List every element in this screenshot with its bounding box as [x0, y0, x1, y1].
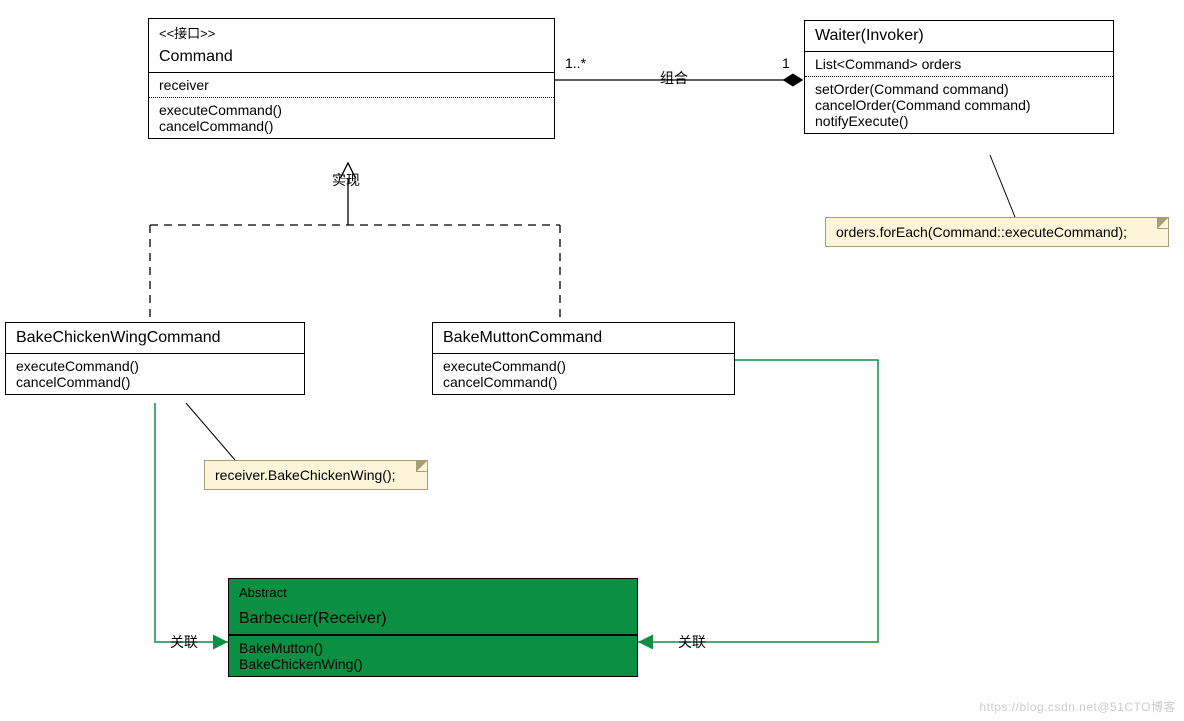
- barbecuer-stereotype: Abstract: [229, 579, 637, 600]
- note-foreach: orders.forEach(Command::executeCommand);: [825, 217, 1169, 247]
- waiter-op-notify: notifyExecute(): [815, 113, 1103, 129]
- bakemutton-ops: executeCommand() cancelCommand(): [433, 354, 734, 394]
- bakemutton-op-exec: executeCommand(): [443, 358, 724, 374]
- bakechicken-class: BakeChickenWingCommand executeCommand() …: [5, 322, 305, 395]
- command-op-cancel: cancelCommand(): [159, 118, 544, 134]
- note-foreach-text: orders.forEach(Command::executeCommand);: [836, 224, 1127, 240]
- label-mult-left: 1..*: [565, 55, 586, 71]
- label-assoc-right: 关联: [678, 632, 706, 652]
- barbecuer-op-mutton: BakeMutton(): [239, 640, 627, 656]
- command-stereotype: <<接口>>: [149, 19, 554, 42]
- waiter-attrs: List<Command> orders: [805, 52, 1113, 77]
- label-composition: 组合: [660, 68, 688, 88]
- command-attr-receiver: receiver: [159, 77, 544, 93]
- command-class: <<接口>> Command receiver executeCommand()…: [148, 18, 555, 139]
- bakechicken-ops: executeCommand() cancelCommand(): [6, 354, 304, 394]
- command-ops: executeCommand() cancelCommand(): [149, 98, 554, 138]
- label-realization: 实现: [332, 170, 360, 190]
- label-mult-right: 1: [782, 55, 790, 71]
- note-receiver: receiver.BakeChickenWing();: [204, 460, 428, 490]
- watermark: https://blog.csdn.net@51CTO博客: [979, 698, 1176, 715]
- bakemutton-class: BakeMuttonCommand executeCommand() cance…: [432, 322, 735, 395]
- bakemutton-op-cancel: cancelCommand(): [443, 374, 724, 390]
- bakechicken-op-exec: executeCommand(): [16, 358, 294, 374]
- command-attrs: receiver: [149, 73, 554, 98]
- waiter-op-cancelorder: cancelOrder(Command command): [815, 97, 1103, 113]
- command-name: Command: [149, 42, 554, 73]
- bakechicken-name: BakeChickenWingCommand: [6, 323, 304, 354]
- note-receiver-text: receiver.BakeChickenWing();: [215, 467, 396, 483]
- command-op-execute: executeCommand(): [159, 102, 544, 118]
- barbecuer-class: Abstract Barbecuer(Receiver) BakeMutton(…: [228, 578, 638, 677]
- barbecuer-op-chicken: BakeChickenWing(): [239, 656, 627, 672]
- barbecuer-name: Barbecuer(Receiver): [229, 600, 637, 635]
- waiter-op-setorder: setOrder(Command command): [815, 81, 1103, 97]
- bakemutton-name: BakeMuttonCommand: [433, 323, 734, 354]
- label-assoc-left: 关联: [170, 632, 198, 652]
- waiter-attr-orders: List<Command> orders: [815, 56, 1103, 72]
- barbecuer-ops: BakeMutton() BakeChickenWing(): [229, 635, 637, 676]
- waiter-ops: setOrder(Command command) cancelOrder(Co…: [805, 77, 1113, 133]
- waiter-name: Waiter(Invoker): [805, 21, 1113, 52]
- waiter-class: Waiter(Invoker) List<Command> orders set…: [804, 20, 1114, 134]
- bakechicken-op-cancel: cancelCommand(): [16, 374, 294, 390]
